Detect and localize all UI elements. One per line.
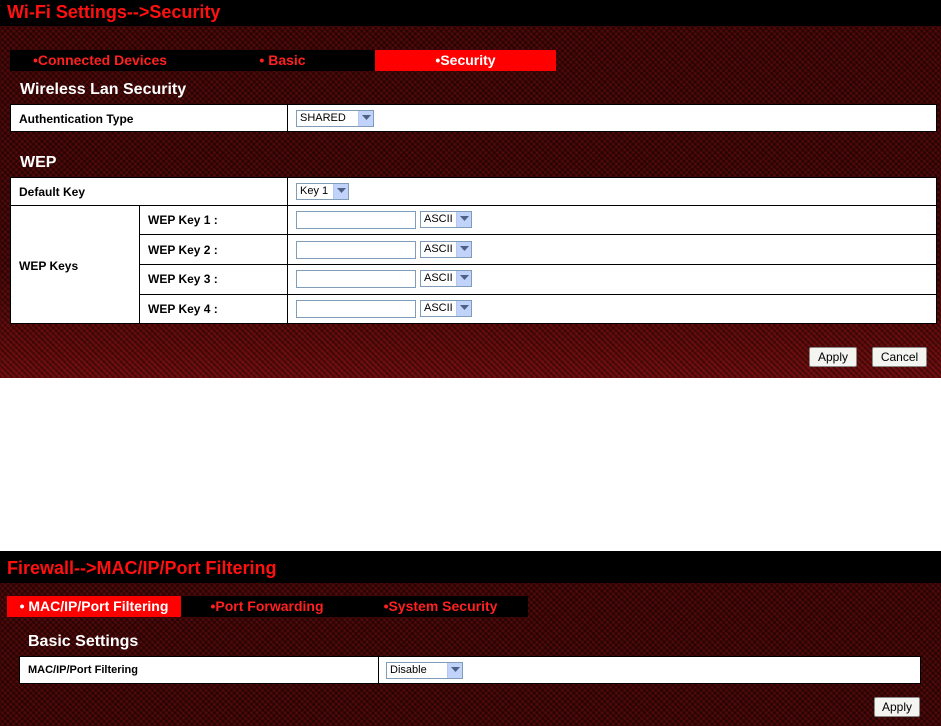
filtering-table: MAC/IP/Port Filtering Disable (19, 656, 921, 684)
tab-system-security[interactable]: •System Security (353, 596, 528, 617)
chevron-down-icon (333, 184, 348, 199)
tab-connected-devices[interactable]: •Connected Devices (10, 50, 190, 71)
auth-type-label: Authentication Type (19, 112, 134, 126)
wep-key-3-input[interactable] (296, 270, 416, 288)
filtering-label: MAC/IP/Port Filtering (28, 664, 138, 676)
wep-key-2-format-value: ASCII (424, 243, 453, 255)
chevron-down-icon (456, 301, 471, 316)
wep-table: Default Key Key 1 WEP Keys WEP Key 1 : A… (10, 177, 937, 324)
wep-key-2-input[interactable] (296, 241, 416, 259)
chevron-down-icon (456, 242, 471, 257)
default-key-value: Key 1 (300, 185, 329, 197)
default-key-select[interactable]: Key 1 (296, 183, 349, 200)
wifi-page-title: Wi-Fi Settings-->Security (7, 2, 221, 22)
wep-key-4-label: WEP Key 4 : (148, 302, 218, 316)
wep-key-4-format-value: ASCII (424, 302, 453, 314)
basic-settings-heading: Basic Settings (28, 633, 139, 650)
wep-keys-label: WEP Keys (19, 259, 79, 273)
wep-key-3-label: WEP Key 3 : (148, 272, 218, 286)
wep-key-4-input[interactable] (296, 300, 416, 318)
wifi-title-bar: Wi-Fi Settings-->Security (0, 0, 941, 26)
tab-port-forwarding[interactable]: •Port Forwarding (181, 596, 353, 617)
wep-heading: WEP (20, 154, 57, 171)
firewall-title-bar: Firewall-->MAC/IP/Port Filtering (0, 551, 941, 583)
wep-key-1-format-value: ASCII (424, 213, 453, 225)
firewall-apply-button[interactable]: Apply (874, 697, 920, 717)
auth-type-value: SHARED (300, 112, 346, 124)
wep-key-1-input[interactable] (296, 211, 416, 229)
tab-security[interactable]: •Security (375, 50, 556, 71)
chevron-down-icon (358, 111, 373, 126)
wep-key-4-format-select[interactable]: ASCII (420, 300, 472, 317)
wifi-tab-bar: •Connected Devices • Basic •Security (10, 50, 556, 71)
chevron-down-icon (447, 663, 462, 678)
tab-mac-ip-port-filtering[interactable]: • MAC/IP/Port Filtering (7, 596, 181, 617)
wireless-lan-security-heading: Wireless Lan Security (20, 81, 187, 98)
chevron-down-icon (456, 271, 471, 286)
wep-key-3-format-value: ASCII (424, 272, 453, 284)
firewall-page-title: Firewall-->MAC/IP/Port Filtering (7, 558, 277, 578)
wep-key-2-format-select[interactable]: ASCII (420, 241, 472, 258)
apply-button[interactable]: Apply (809, 347, 857, 367)
default-key-label: Default Key (19, 185, 86, 199)
filtering-select[interactable]: Disable (386, 662, 463, 679)
wifi-security-panel: Wi-Fi Settings-->Security •Connected Dev… (0, 0, 941, 378)
cancel-button[interactable]: Cancel (872, 347, 927, 367)
wep-key-1-format-select[interactable]: ASCII (420, 211, 472, 228)
tab-basic[interactable]: • Basic (190, 50, 375, 71)
wep-key-2-label: WEP Key 2 : (148, 243, 218, 257)
firewall-panel: Firewall-->MAC/IP/Port Filtering • MAC/I… (0, 551, 941, 726)
firewall-tab-bar: • MAC/IP/Port Filtering •Port Forwarding… (7, 596, 528, 617)
auth-type-table: Authentication Type SHARED (10, 104, 937, 132)
auth-type-select[interactable]: SHARED (296, 110, 374, 127)
chevron-down-icon (456, 212, 471, 227)
wep-key-3-format-select[interactable]: ASCII (420, 270, 472, 287)
wep-key-1-label: WEP Key 1 : (148, 213, 218, 227)
filtering-value: Disable (390, 664, 427, 676)
